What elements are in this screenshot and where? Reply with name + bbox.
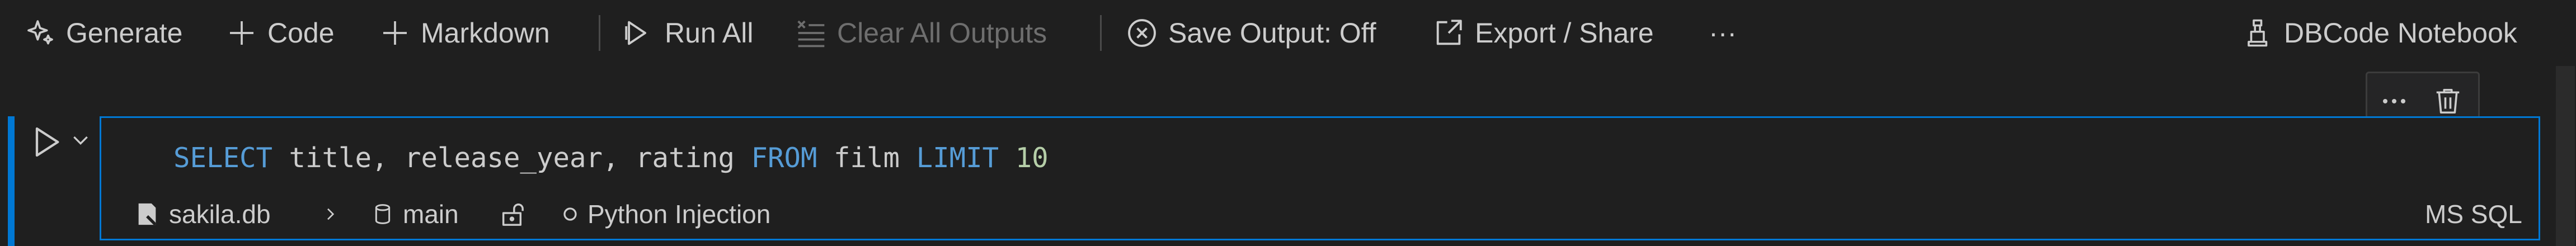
share-icon [1436, 20, 1462, 45]
notebook-kernel-icon [2248, 19, 2268, 47]
python-injection-toggle[interactable]: Python Injection [562, 193, 770, 235]
generate-button[interactable]: Generate [25, 0, 182, 66]
toolbar-divider [599, 15, 600, 51]
chevron-right-icon [327, 208, 335, 220]
markdown-label: Markdown [421, 17, 550, 49]
keyword-limit: LIMIT [916, 142, 999, 174]
ellipsis-icon [2383, 99, 2405, 103]
database-icon [375, 204, 391, 224]
database-label: sakila.db [169, 200, 271, 229]
generate-label: Generate [66, 17, 183, 49]
cell-more-button[interactable] [2377, 84, 2411, 118]
add-code-cell-button[interactable]: Code [226, 0, 335, 66]
trash-icon [2436, 88, 2460, 114]
column-list: title, release_year, rating [272, 142, 751, 174]
sparkle-icon [27, 20, 53, 45]
delete-cell-button[interactable] [2431, 84, 2465, 118]
database-selector[interactable]: sakila.db [134, 193, 271, 235]
save-output-label: Save Output: Off [1168, 17, 1376, 49]
save-output-toggle[interactable]: Save Output: Off [1126, 0, 1376, 66]
circle-x-icon [1128, 19, 1156, 47]
add-markdown-cell-button[interactable]: Markdown [379, 0, 550, 66]
keyword-from: FROM [751, 142, 817, 174]
sql-code-line[interactable]: SELECT title, release_year, rating FROM … [173, 142, 1049, 174]
dialect-label: MS SQL [2425, 200, 2522, 229]
clear-all-outputs-button[interactable]: Clear All Outputs [796, 0, 1047, 66]
more-actions-button[interactable]: ··· [1709, 0, 1737, 66]
run-cell-button[interactable] [28, 124, 64, 160]
schema-selector[interactable]: main [372, 193, 459, 235]
breadcrumb-separator [321, 193, 339, 235]
run-all-button[interactable]: Run All [622, 0, 753, 66]
schema-label: main [403, 200, 459, 229]
unlock-button[interactable] [499, 193, 525, 235]
plus-icon [230, 21, 253, 45]
unlock-icon [502, 204, 524, 226]
export-share-button[interactable]: Export / Share [1432, 0, 1654, 66]
table-name: film [817, 142, 916, 174]
language-selector[interactable]: MS SQL [2425, 193, 2522, 235]
clear-outputs-icon [797, 20, 825, 48]
code-label: Code [267, 17, 335, 49]
cell-focus-indicator [8, 116, 15, 246]
notebook-editor: Generate Code Markdown Run All Clear All… [0, 0, 2576, 246]
play-icon [35, 127, 59, 157]
circle-icon [563, 207, 577, 221]
notebook-toolbar: Generate Code Markdown Run All Clear All… [0, 0, 2576, 66]
run-options-dropdown[interactable] [69, 129, 92, 151]
keyword-select: SELECT [173, 142, 273, 174]
kernel-picker[interactable]: DBCode Notebook [2244, 0, 2517, 66]
more-label: ··· [1709, 17, 1737, 49]
scrollbar-thumb[interactable] [2556, 66, 2575, 246]
code-cell-editor[interactable] [100, 116, 2540, 240]
limit-value: 10 [1015, 142, 1049, 174]
clear-all-outputs-label: Clear All Outputs [837, 17, 1047, 49]
export-share-label: Export / Share [1475, 17, 1654, 49]
run-all-icon [625, 21, 647, 45]
chevron-down-icon [73, 136, 88, 145]
plus-icon [383, 21, 407, 45]
python-injection-label: Python Injection [587, 200, 771, 229]
database-file-icon [138, 203, 156, 225]
run-all-label: Run All [665, 17, 754, 49]
toolbar-divider [1100, 15, 1102, 51]
kernel-label: DBCode Notebook [2284, 17, 2517, 49]
